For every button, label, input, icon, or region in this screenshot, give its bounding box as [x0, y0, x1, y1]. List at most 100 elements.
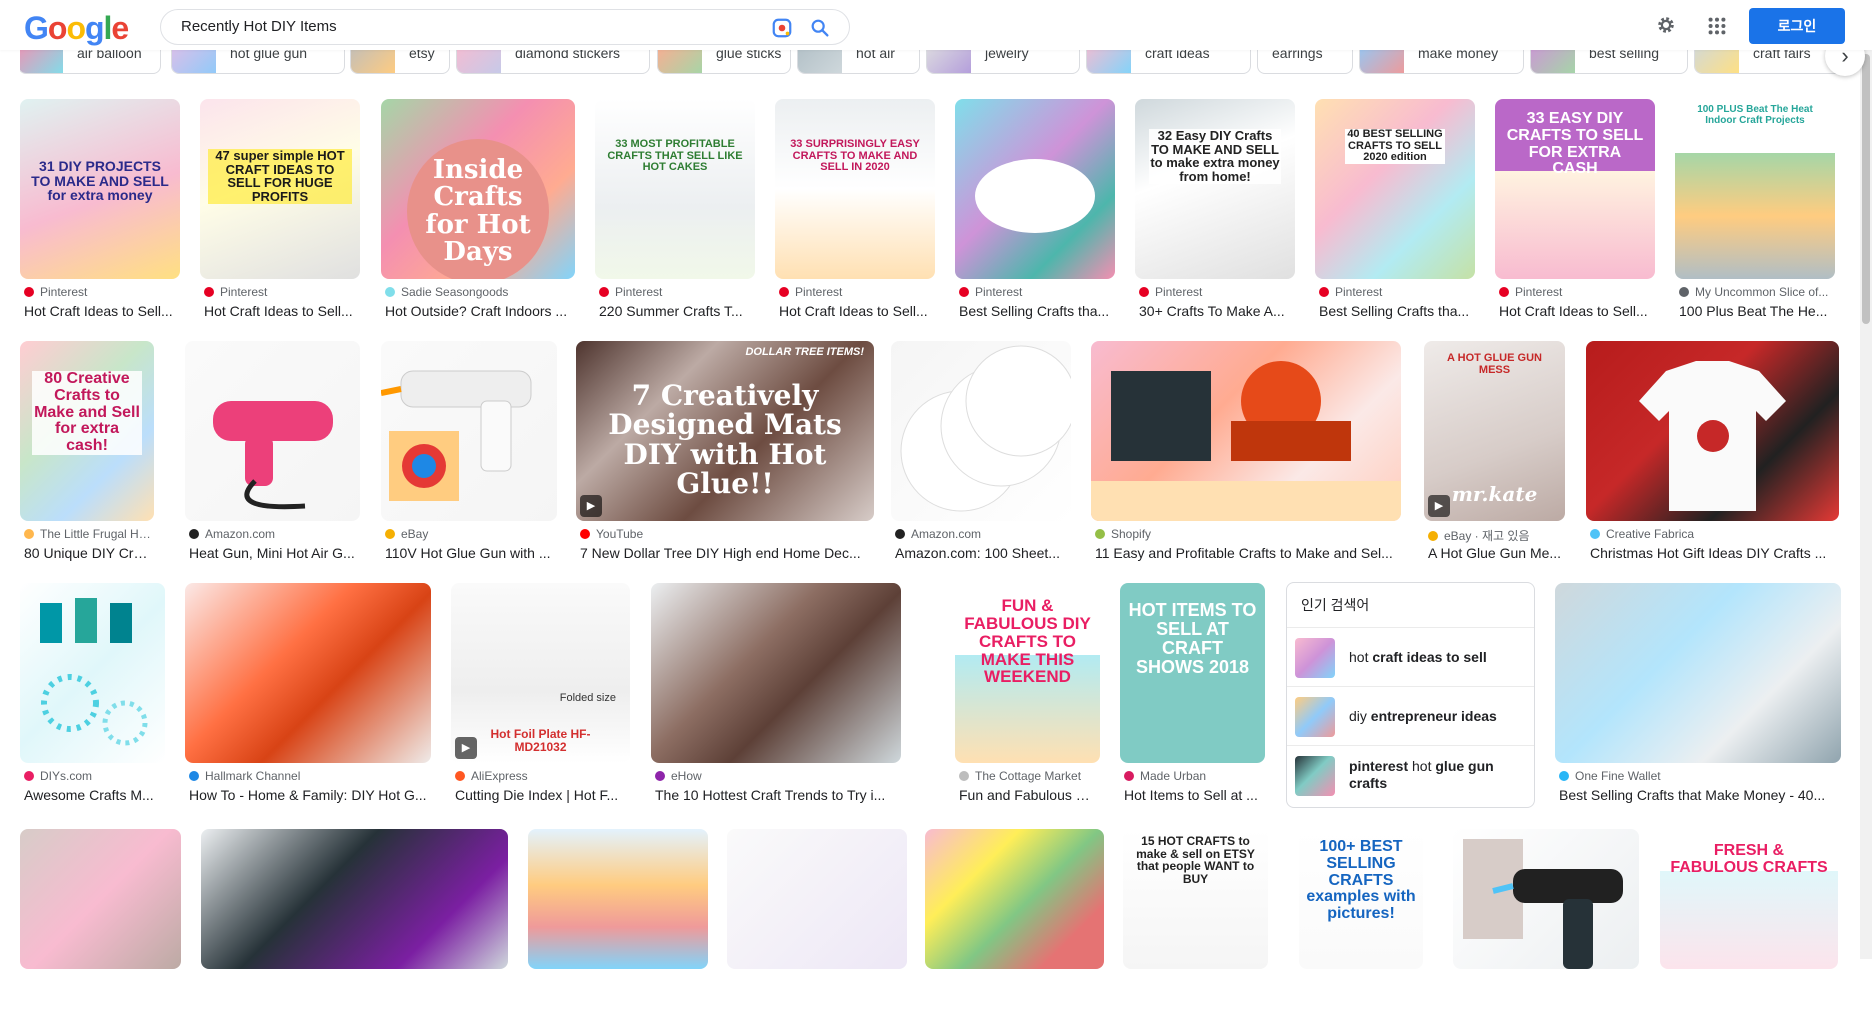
image-result-card[interactable]: [727, 829, 907, 1011]
image-result-card[interactable]: [528, 829, 708, 1011]
result-thumbnail[interactable]: [528, 829, 708, 969]
result-source[interactable]: Pinterest: [24, 285, 178, 299]
result-source[interactable]: AliExpress: [455, 769, 628, 783]
result-title[interactable]: How To - Home & Family: DIY Hot G...: [189, 787, 429, 803]
result-source[interactable]: Pinterest: [1139, 285, 1293, 299]
popular-search-item[interactable]: pinterest hot glue gun crafts: [1287, 745, 1534, 804]
image-result-card[interactable]: One Fine Wallet Best Selling Crafts that …: [1555, 583, 1841, 805]
apps-grid-icon[interactable]: [1706, 15, 1728, 37]
result-thumbnail[interactable]: 33 SURPRISINGLY EASY CRAFTS TO MAKE AND …: [775, 99, 935, 279]
result-title[interactable]: 7 New Dollar Tree DIY High end Home Dec.…: [580, 545, 872, 561]
result-thumbnail[interactable]: Hot Foil Plate HF-MD21032 Folded size ▶: [451, 583, 630, 763]
image-result-card[interactable]: FRESH & FABULOUS CRAFTS: [1660, 829, 1838, 1011]
result-source[interactable]: Hallmark Channel: [189, 769, 429, 783]
google-lens-icon[interactable]: [771, 17, 793, 39]
result-title[interactable]: 110V Hot Glue Gun with ...: [385, 545, 555, 561]
image-result-card[interactable]: 100+ BEST SELLING CRAFTS examples with p…: [1299, 829, 1423, 1011]
result-title[interactable]: Hot Craft Ideas to Sell...: [1499, 303, 1653, 319]
image-result-card[interactable]: 40 CRAFTS that make MONEY Pinterest Best S…: [955, 99, 1115, 321]
result-source[interactable]: Amazon.com: [189, 527, 358, 541]
result-thumbnail[interactable]: [185, 583, 431, 763]
result-title[interactable]: Hot Craft Ideas to Sell...: [24, 303, 178, 319]
result-source[interactable]: eBay · 재고 있음: [1428, 527, 1563, 544]
image-result-card[interactable]: 33 EASY DIY CRAFTS TO SELL FOR EXTRA CAS…: [1495, 99, 1655, 321]
image-result-card[interactable]: [20, 829, 181, 1011]
result-source[interactable]: Pinterest: [959, 285, 1113, 299]
image-result-card[interactable]: [925, 829, 1104, 1011]
image-result-card[interactable]: DIYs.com Awesome Crafts M...: [20, 583, 165, 805]
result-source[interactable]: Pinterest: [204, 285, 358, 299]
image-result-card[interactable]: 47 super simple HOT CRAFT IDEAS TO SELL …: [200, 99, 360, 321]
result-source[interactable]: Amazon.com: [895, 527, 1069, 541]
result-source[interactable]: The Cottage Market: [959, 769, 1098, 783]
result-thumbnail[interactable]: 15 HOT CRAFTS to make & sell on ETSY tha…: [1123, 829, 1268, 969]
image-result-card[interactable]: eHow The 10 Hottest Craft Trends to Try i…: [651, 583, 901, 805]
result-thumbnail[interactable]: [1555, 583, 1841, 763]
image-result-card[interactable]: Hot Foil Plate HF-MD21032 Folded size ▶ Ali…: [451, 583, 630, 805]
result-title[interactable]: Cutting Die Index | Hot F...: [455, 787, 628, 803]
result-thumbnail[interactable]: [891, 341, 1071, 521]
result-title[interactable]: Fun and Fabulous DIY Cr...: [959, 787, 1098, 803]
image-result-card[interactable]: 32 Easy DIY Crafts TO MAKE AND SELL to m…: [1135, 99, 1295, 321]
result-thumbnail[interactable]: 40 BEST SELLING CRAFTS TO SELL 2020 edit…: [1315, 99, 1475, 279]
result-source[interactable]: eBay: [385, 527, 555, 541]
result-title[interactable]: Hot Items to Sell at ...: [1124, 787, 1263, 803]
result-source[interactable]: One Fine Wallet: [1559, 769, 1839, 783]
result-title[interactable]: 30+ Crafts To Make A...: [1139, 303, 1293, 319]
image-result-card[interactable]: Shopify 11 Easy and Profitable Crafts to …: [1091, 341, 1401, 563]
page-scrollbar[interactable]: [1860, 50, 1872, 959]
result-thumbnail[interactable]: 31 DIY PROJECTS TO MAKE AND SELL for ext…: [20, 99, 180, 279]
search-box[interactable]: Recently Hot DIY Items: [160, 9, 850, 45]
result-thumbnail[interactable]: A HOT GLUE GUN MESS mr.kate ▶: [1424, 341, 1565, 521]
google-logo[interactable]: Google: [24, 10, 129, 46]
result-source[interactable]: Pinterest: [599, 285, 753, 299]
result-thumbnail[interactable]: [185, 341, 360, 521]
image-result-card[interactable]: HOT ITEMS TO SELL AT CRAFT SHOWS 2018 Mad…: [1120, 583, 1265, 805]
image-result-card[interactable]: 40 BEST SELLING CRAFTS TO SELL 2020 edit…: [1315, 99, 1475, 321]
image-result-card[interactable]: Amazon.com Heat Gun, Mini Hot Air G...: [185, 341, 360, 563]
result-thumbnail[interactable]: 33 EASY DIY CRAFTS TO SELL FOR EXTRA CAS…: [1495, 99, 1655, 279]
result-title[interactable]: Best Selling Crafts tha...: [1319, 303, 1473, 319]
image-result-card[interactable]: 80 Creative Crafts to Make and Sell for …: [20, 341, 154, 563]
result-title[interactable]: 100 Plus Beat The He...: [1679, 303, 1833, 319]
image-result-card[interactable]: 31 DIY PROJECTS TO MAKE AND SELL for ext…: [20, 99, 180, 321]
result-thumbnail[interactable]: 47 super simple HOT CRAFT IDEAS TO SELL …: [200, 99, 360, 279]
result-thumbnail[interactable]: 80 Creative Crafts to Make and Sell for …: [20, 341, 154, 521]
result-title[interactable]: Hot Outside? Craft Indoors ...: [385, 303, 573, 319]
popular-search-item[interactable]: diy entrepreneur ideas: [1287, 686, 1534, 745]
result-title[interactable]: Awesome Crafts M...: [24, 787, 163, 803]
image-result-card[interactable]: Hallmark Channel How To - Home & Family: …: [185, 583, 431, 805]
image-result-card[interactable]: 33 SURPRISINGLY EASY CRAFTS TO MAKE AND …: [775, 99, 935, 321]
image-result-card[interactable]: A HOT GLUE GUN MESS mr.kate ▶ eBay · 재고 있음 A…: [1424, 341, 1565, 563]
image-result-card[interactable]: Inside Crafts for Hot Days Sadie Seasongo…: [381, 99, 575, 321]
result-title[interactable]: Best Selling Crafts that Make Money - 40…: [1559, 787, 1839, 803]
result-source[interactable]: Made Urban: [1124, 769, 1263, 783]
result-thumbnail[interactable]: [381, 341, 557, 521]
result-thumbnail[interactable]: 100 PLUS Beat The Heat Indoor Craft Proj…: [1675, 99, 1835, 279]
image-result-card[interactable]: 15 HOT CRAFTS to make & sell on ETSY tha…: [1123, 829, 1268, 1011]
result-title[interactable]: Hot Craft Ideas to Sell...: [204, 303, 358, 319]
result-source[interactable]: Pinterest: [1319, 285, 1473, 299]
result-source[interactable]: My Uncommon Slice of...: [1679, 285, 1833, 299]
gear-icon[interactable]: [1655, 14, 1677, 36]
result-title[interactable]: Heat Gun, Mini Hot Air G...: [189, 545, 358, 561]
result-source[interactable]: Shopify: [1095, 527, 1399, 541]
result-thumbnail[interactable]: 100+ BEST SELLING CRAFTS examples with p…: [1299, 829, 1423, 969]
result-title[interactable]: 80 Unique DIY Craft...: [24, 545, 152, 561]
result-thumbnail[interactable]: [1453, 829, 1639, 969]
result-title[interactable]: 11 Easy and Profitable Crafts to Make an…: [1095, 545, 1399, 561]
image-result-card[interactable]: FUN & FABULOUS DIY CRAFTS TO MAKE THIS W…: [955, 583, 1100, 805]
result-title[interactable]: Hot Craft Ideas to Sell...: [779, 303, 933, 319]
image-result-card[interactable]: eBay 110V Hot Glue Gun with ...: [381, 341, 557, 563]
image-result-card[interactable]: Creative Fabrica Christmas Hot Gift Ideas…: [1586, 341, 1839, 563]
result-source[interactable]: Creative Fabrica: [1590, 527, 1837, 541]
result-source[interactable]: Pinterest: [1499, 285, 1653, 299]
result-thumbnail[interactable]: [651, 583, 901, 763]
result-title[interactable]: Amazon.com: 100 Sheet...: [895, 545, 1069, 561]
result-source[interactable]: YouTube: [580, 527, 872, 541]
result-title[interactable]: Best Selling Crafts tha...: [959, 303, 1113, 319]
image-result-card[interactable]: Amazon.com Amazon.com: 100 Sheet...: [891, 341, 1071, 563]
image-result-card[interactable]: 100 PLUS Beat The Heat Indoor Craft Proj…: [1675, 99, 1835, 321]
result-thumbnail[interactable]: FRESH & FABULOUS CRAFTS: [1660, 829, 1838, 969]
result-thumbnail[interactable]: 40 CRAFTS that make MONEY: [955, 99, 1115, 279]
